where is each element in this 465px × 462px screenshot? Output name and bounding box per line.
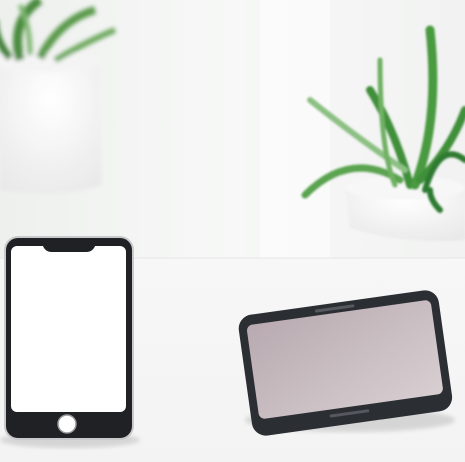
smartphone-left <box>4 236 134 440</box>
phone-left-notch <box>42 243 96 252</box>
photo-scene <box>0 0 465 462</box>
home-button-icon <box>57 414 77 434</box>
phone-left-screen <box>11 246 126 412</box>
window-light <box>260 0 330 262</box>
